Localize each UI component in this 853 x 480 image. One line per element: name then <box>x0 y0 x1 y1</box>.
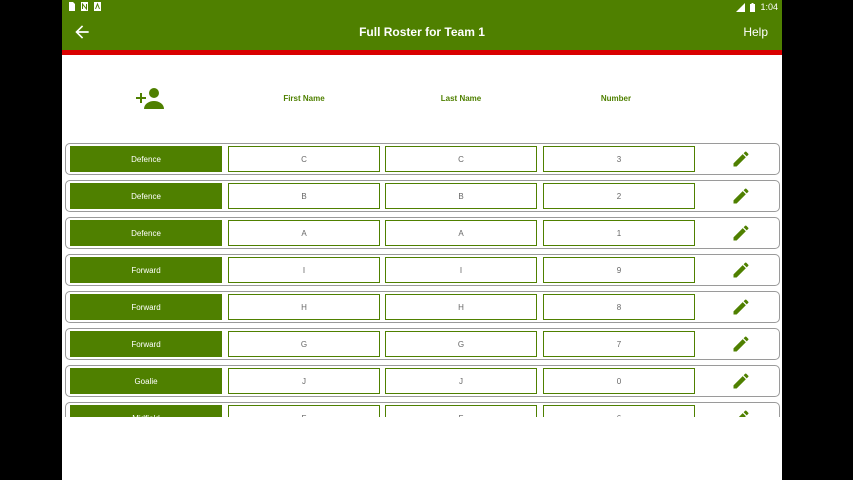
app-bar: Full Roster for Team 1 Help <box>62 14 782 50</box>
number-cell: 9 <box>543 257 695 283</box>
roster-row[interactable]: Defence B B 2 <box>65 180 780 212</box>
number-cell: 3 <box>543 146 695 172</box>
last-name-cell: G <box>385 331 537 357</box>
notification-n-icon <box>81 2 88 11</box>
position-cell: Defence <box>70 220 222 246</box>
pencil-icon[interactable] <box>731 260 751 280</box>
sd-card-icon <box>69 2 75 11</box>
position-cell: Forward <box>70 257 222 283</box>
last-name-cell: B <box>385 183 537 209</box>
roster-row[interactable]: Defence C C 3 <box>65 143 780 175</box>
status-time: 1:04 <box>760 2 778 12</box>
last-name-cell: C <box>385 146 537 172</box>
number-cell: 1 <box>543 220 695 246</box>
last-name-cell: J <box>385 368 537 394</box>
last-name-cell: H <box>385 294 537 320</box>
notification-a-icon <box>94 2 101 11</box>
page-title: Full Roster for Team 1 <box>359 25 485 39</box>
last-name-cell: A <box>385 220 537 246</box>
pencil-icon[interactable] <box>731 149 751 169</box>
first-name-cell: A <box>228 220 380 246</box>
roster-row[interactable]: Forward H H 8 <box>65 291 780 323</box>
position-cell: Forward <box>70 294 222 320</box>
column-header-last-name: Last Name <box>440 94 482 103</box>
roster-row[interactable]: Goalie J J 0 <box>65 365 780 397</box>
number-cell: 2 <box>543 183 695 209</box>
position-cell: Midfield <box>70 405 222 417</box>
pencil-icon[interactable] <box>731 371 751 391</box>
first-name-cell: C <box>228 146 380 172</box>
app-screen: 1:04 Full Roster for Team 1 Help First N… <box>62 0 782 480</box>
add-person-icon[interactable] <box>136 87 164 109</box>
status-bar: 1:04 <box>62 0 782 14</box>
number-cell: 7 <box>543 331 695 357</box>
pencil-icon[interactable] <box>731 297 751 317</box>
first-name-cell: G <box>228 331 380 357</box>
position-cell: Defence <box>70 146 222 172</box>
signal-icon <box>736 2 746 12</box>
column-header-number: Number <box>600 94 632 103</box>
first-name-cell: F <box>228 405 380 417</box>
first-name-cell: B <box>228 183 380 209</box>
roster-list: Defence C C 3 Defence B B 2 Defence A A … <box>62 143 782 417</box>
number-cell: 0 <box>543 368 695 394</box>
last-name-cell: I <box>385 257 537 283</box>
help-button[interactable]: Help <box>743 25 768 39</box>
number-cell: 6 <box>543 405 695 417</box>
battery-icon <box>750 2 756 12</box>
position-cell: Goalie <box>70 368 222 394</box>
pencil-icon[interactable] <box>731 186 751 206</box>
roster-header: First Name Last Name Number <box>62 55 782 143</box>
number-cell: 8 <box>543 294 695 320</box>
position-cell: Forward <box>70 331 222 357</box>
position-cell: Defence <box>70 183 222 209</box>
first-name-cell: H <box>228 294 380 320</box>
pencil-icon[interactable] <box>731 408 751 417</box>
last-name-cell: F <box>385 405 537 417</box>
roster-row[interactable]: Defence A A 1 <box>65 217 780 249</box>
first-name-cell: I <box>228 257 380 283</box>
pencil-icon[interactable] <box>731 223 751 243</box>
first-name-cell: J <box>228 368 380 394</box>
pencil-icon[interactable] <box>731 334 751 354</box>
roster-row[interactable]: Forward I I 9 <box>65 254 780 286</box>
roster-row[interactable]: Forward G G 7 <box>65 328 780 360</box>
roster-row[interactable]: Midfield F F 6 <box>65 402 780 417</box>
column-header-first-name: First Name <box>283 94 325 103</box>
